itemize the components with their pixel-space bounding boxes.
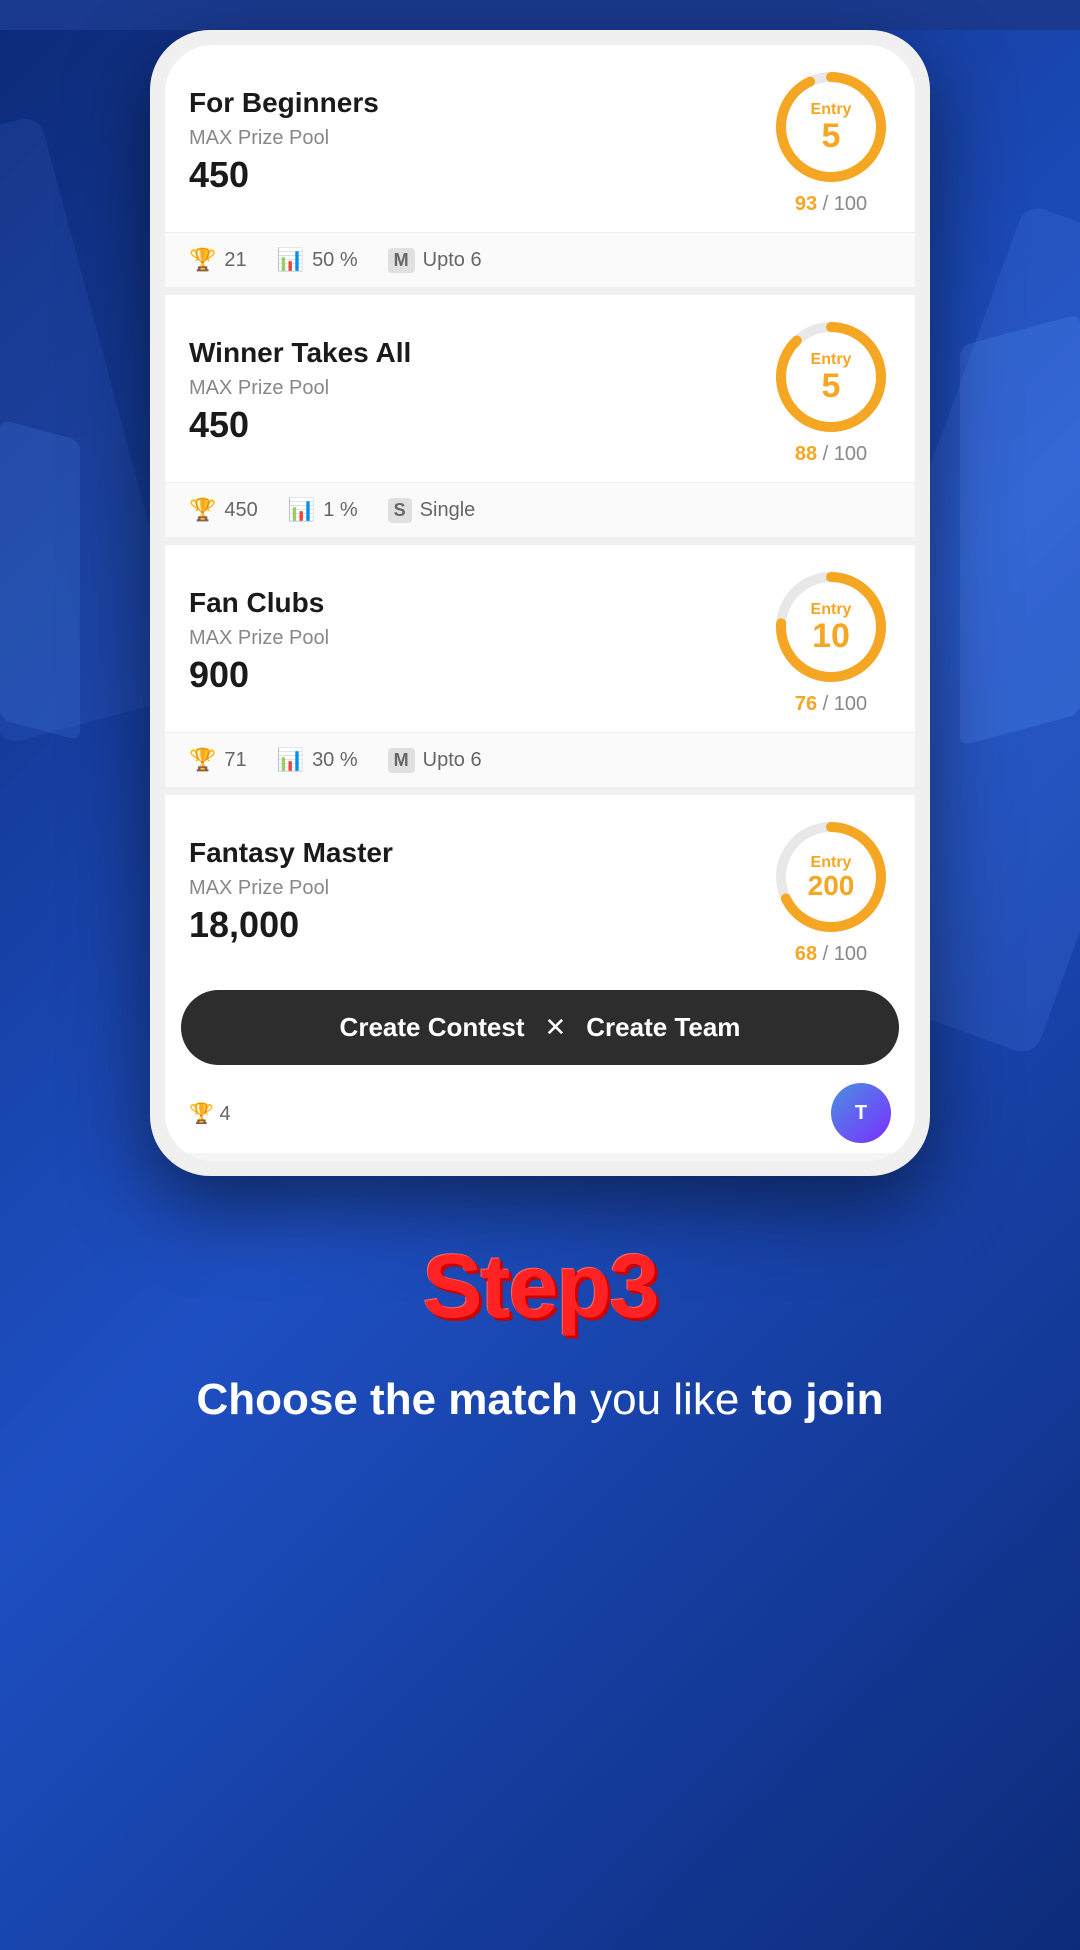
stat-val-trophy-1: 450 (224, 499, 257, 522)
stat-multi-0: M Upto 6 (388, 248, 482, 273)
contest-card-for-beginners[interactable]: For Beginners MAX Prize Pool 450 Entry (165, 45, 915, 287)
entry-slots-3: 68 / 100 (795, 943, 867, 966)
stats-partial: 🏆 4 (189, 1101, 231, 1126)
stat-single-1: S Single (388, 498, 476, 523)
s-icon-1: S (388, 498, 412, 523)
contest-card-fantasy-master[interactable]: Fantasy Master MAX Prize Pool 18,000 Ent… (165, 795, 915, 1153)
entry-circle-fantasy-master: Entry 200 68 / 100 (771, 817, 891, 966)
prize-label-fan-clubs: MAX Prize Pool (189, 627, 771, 650)
deco-right (960, 314, 1080, 746)
entry-circle-for-beginners: Entry 5 93 / 100 (771, 67, 891, 216)
subtitle-bold1: Choose the match (196, 1375, 577, 1424)
phone-screen: For Beginners MAX Prize Pool 450 Entry (165, 45, 915, 1161)
step-title: Step3 (40, 1236, 1040, 1339)
contest-info-fantasy-master: Fantasy Master MAX Prize Pool 18,000 (189, 837, 771, 946)
prize-value-fantasy-master: 18,000 (189, 904, 771, 946)
trophy-icon-1: 🏆 (189, 497, 216, 523)
subtitle-bold2: to join (752, 1375, 884, 1424)
prize-value-fan-clubs: 900 (189, 654, 771, 696)
contest-title-fan-clubs: Fan Clubs (189, 587, 771, 619)
m-icon-0: M (388, 248, 415, 273)
contest-card-winner-takes-all[interactable]: Winner Takes All MAX Prize Pool 450 Entr… (165, 295, 915, 537)
action-divider: ✕ (544, 1012, 566, 1043)
contest-stats-for-beginners: 🏆 21 📊 50 % M Upto 6 (165, 232, 915, 287)
chart-icon-2: 📊 (277, 747, 304, 773)
contest-title-fantasy-master: Fantasy Master (189, 837, 771, 869)
entry-value-1: 5 (822, 369, 841, 403)
stat-multi-2: M Upto 6 (388, 748, 482, 773)
contest-info-fan-clubs: Fan Clubs MAX Prize Pool 900 (189, 587, 771, 696)
entry-slots-1: 88 / 100 (795, 443, 867, 466)
step-subtitle: Choose the match you like to join (40, 1369, 1040, 1431)
deco-left (0, 419, 80, 740)
chart-icon-0: 📊 (277, 247, 304, 273)
entry-slots-2: 76 / 100 (795, 693, 867, 716)
stat-trophy-0: 🏆 21 (189, 247, 247, 273)
prize-label-fantasy-master: MAX Prize Pool (189, 877, 771, 900)
prize-value-for-beginners: 450 (189, 154, 771, 196)
stat-val-chart-2: 30 % (312, 749, 358, 772)
partial-bottom: 🏆 4 T (165, 1073, 915, 1153)
stat-val-chart-0: 50 % (312, 249, 358, 272)
entry-value-0: 5 (822, 119, 841, 153)
stat-trophy-2: 🏆 71 (189, 747, 247, 773)
action-bar: Create Contest ✕ Create Team (181, 990, 899, 1065)
stat-val-multi-2: Upto 6 (423, 749, 482, 772)
trophy-icon-2: 🏆 (189, 747, 216, 773)
chart-icon-1: 📊 (288, 497, 315, 523)
stat-chart-2: 📊 30 % (277, 747, 358, 773)
profile-avatar: T (831, 1083, 891, 1143)
create-team-button[interactable]: Create Team (586, 1012, 740, 1043)
entry-circle-fan-clubs: Entry 10 76 / 100 (771, 567, 891, 716)
entry-value-3: 200 (808, 872, 855, 900)
stat-chart-0: 📊 50 % (277, 247, 358, 273)
stat-val-trophy-0: 21 (224, 249, 246, 272)
entry-value-2: 10 (812, 619, 850, 653)
subtitle-normal: you like (590, 1375, 751, 1424)
prize-value-winner-takes-all: 450 (189, 404, 771, 446)
contest-stats-fan-clubs: 🏆 71 📊 30 % M Upto 6 (165, 732, 915, 787)
contest-title-winner-takes-all: Winner Takes All (189, 337, 771, 369)
entry-slots-0: 93 / 100 (795, 193, 867, 216)
stat-trophy-1: 🏆 450 (189, 497, 258, 523)
contest-title-for-beginners: For Beginners (189, 87, 771, 119)
stat-val-multi-0: Upto 6 (423, 249, 482, 272)
contest-stats-winner-takes-all: 🏆 450 📊 1 % S Single (165, 482, 915, 537)
stat-chart-1: 📊 1 % (288, 497, 358, 523)
bottom-section: Step3 Choose the match you like to join (0, 1176, 1080, 1511)
contest-card-fan-clubs[interactable]: Fan Clubs MAX Prize Pool 900 Entry (165, 545, 915, 787)
prize-label-winner-takes-all: MAX Prize Pool (189, 377, 771, 400)
stat-val-single-1: Single (420, 499, 476, 522)
stat-val-chart-1: 1 % (323, 499, 357, 522)
create-contest-button[interactable]: Create Contest (340, 1012, 525, 1043)
trophy-icon-0: 🏆 (189, 247, 216, 273)
entry-circle-winner-takes-all: Entry 5 88 / 100 (771, 317, 891, 466)
contests-list: For Beginners MAX Prize Pool 450 Entry (165, 45, 915, 1153)
phone-frame: For Beginners MAX Prize Pool 450 Entry (150, 30, 930, 1176)
prize-label-for-beginners: MAX Prize Pool (189, 127, 771, 150)
m-icon-2: M (388, 748, 415, 773)
contest-info-winner-takes-all: Winner Takes All MAX Prize Pool 450 (189, 337, 771, 446)
stat-val-trophy-2: 71 (224, 749, 246, 772)
contest-info-for-beginners: For Beginners MAX Prize Pool 450 (189, 87, 771, 196)
